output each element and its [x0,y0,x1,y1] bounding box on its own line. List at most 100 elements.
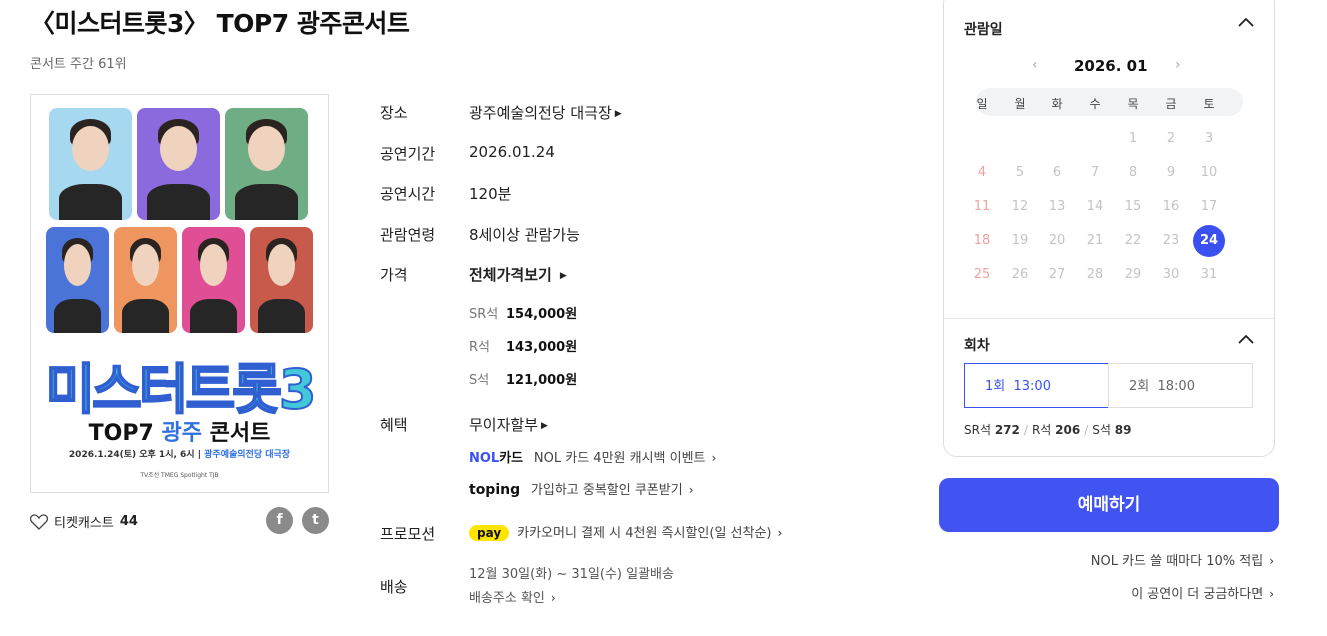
cast-photo [137,108,220,220]
runtime-value: 120분 [469,185,512,203]
cast-photo [46,227,109,333]
heart-icon[interactable] [30,513,48,530]
calendar-day: 15 [1124,199,1142,214]
poster-image[interactable]: 미스터트롯3 TOP7 광주 콘서트 2026.1.24(토) 오후 1시, 6… [30,94,329,493]
calendar-day: 30 [1162,267,1180,282]
calendar-day: 12 [1011,199,1029,214]
round-option-1[interactable]: 1회 13:00 [964,363,1109,408]
period-value: 2026.01.24 [469,143,555,161]
calendar-day: 16 [1162,199,1180,214]
weekday-label: 월 [1014,97,1026,111]
round-section-label: 회차 [964,338,990,354]
calendar-day: 29 [1124,267,1142,282]
cast-photo [114,227,177,333]
calendar-day: 2 [1166,131,1176,146]
seat-availability: SR석 272/R석 206/S석 89 [964,423,1132,437]
calendar-day: 13 [1048,199,1066,214]
calendar-day: 11 [973,199,991,214]
weekly-rank[interactable]: 콘서트 주간 61위 [30,53,127,72]
calendar-day: 27 [1048,267,1066,282]
venue-label: 장소 [380,104,408,122]
nol-card-event-link[interactable]: NOL카드 NOL 카드 4만원 캐시백 이벤트 › [469,447,716,466]
prev-month-button[interactable]: ‹ [1032,57,1038,73]
shipping-label: 배송 [380,578,408,596]
chevron-right-icon: › [1269,554,1274,568]
chevron-right-icon: › [1175,57,1181,73]
ticketcast-label: 티켓캐스트 [54,516,114,531]
calendar-day: 17 [1200,199,1218,214]
date-section-label: 관람일 [964,22,1003,38]
triangle-right-icon: ▶ [614,109,622,119]
collapse-round-toggle[interactable] [1238,332,1254,348]
calendar-day: 25 [973,267,991,282]
calendar-month: 2026. 01 [1074,57,1148,75]
calendar-day: 21 [1086,233,1104,248]
book-button[interactable]: 예매하기 [939,478,1279,532]
calendar-day: 14 [1086,199,1104,214]
calendar-day: 20 [1048,233,1066,248]
calendar-day: 26 [1011,267,1029,282]
calendar-day: 4 [977,165,987,180]
ticketcast-count: 44 [119,514,138,529]
chevron-right-icon: › [711,451,717,465]
chevron-right-icon: › [688,483,694,497]
ticketcast[interactable]: 티켓캐스트 44 [30,512,138,531]
calendar-day: 3 [1204,131,1214,146]
price-label: 가격 [380,266,408,284]
calendar-day: 31 [1200,267,1218,282]
cast-photo [49,108,132,220]
calendar-day: 5 [1015,165,1025,180]
calendar-day: 18 [973,233,991,248]
period-label: 공연기간 [380,145,436,163]
calendar-day: 19 [1011,233,1029,248]
kakaopay-promo-link[interactable]: pay 카카오머니 결제 시 4천원 즉시할인(일 선착순) › [469,522,782,541]
calendar-day: 6 [1052,165,1062,180]
triangle-right-icon: ▶ [541,421,548,431]
age-label: 관람연령 [380,226,436,244]
installment-link[interactable]: 무이자할부 ▶ [469,414,548,435]
runtime-label: 공연시간 [380,185,436,203]
chevron-left-icon: ‹ [1032,57,1038,73]
calendar-day: 23 [1162,233,1180,248]
poster-logo: 미스터트롯3 [45,357,318,422]
triangle-right-icon: ▶ [559,271,567,281]
weekday-label: 일 [976,97,988,111]
venue-link[interactable]: 광주예술의전당 대극장 ▶ [469,102,622,123]
calendar-day-selected[interactable]: 24 [1193,225,1225,257]
cast-photo [182,227,245,333]
kakaopay-badge: pay [469,525,510,541]
toping-coupon-link[interactable]: toping 가입하고 중복할인 쿠폰받기 › [469,479,694,498]
collapse-date-toggle[interactable] [1238,15,1254,31]
page-title: 〈미스터트롯3〉 TOP7 광주콘서트 [30,9,410,38]
shipping-address-link[interactable]: 배송주소 확인 › [469,587,556,606]
chevron-up-icon [1238,334,1254,344]
chevron-right-icon: › [777,526,783,540]
poster-subtitle: TOP7 광주 콘서트 [88,421,271,446]
cast-photo [225,108,308,220]
nol-card-promo-link[interactable]: NOL 카드 쓸 때마다 10% 적립 › [1091,550,1274,569]
weekday-label: 수 [1089,97,1101,111]
more-info-link[interactable]: 이 공연이 더 궁금하다면 › [1131,583,1274,602]
poster-date: 2026.1.24(토) 오후 1시, 6시 | 광주예술의전당 대극장 [68,450,291,460]
weekday-label: 금 [1165,97,1177,111]
calendar-day: 9 [1166,165,1176,180]
weekday-label: 토 [1203,97,1215,111]
next-month-button[interactable]: › [1175,57,1181,73]
round-option-2[interactable]: 2회 18:00 [1108,363,1253,408]
facebook-share-icon[interactable]: f [266,507,293,534]
poster-sponsors: TV조선 TMEG Spotlight TJB [140,472,219,479]
twitter-share-icon[interactable]: t [302,507,329,534]
calendar-day: 8 [1128,165,1138,180]
shipping-date: 12월 30일(화) ~ 31일(수) 일괄배송 [469,567,674,582]
price-row: SR석 154,000원 [469,307,578,322]
booking-panel: 관람일 ‹ 2026. 01 › 일월화수목금토 1 2 3 4 5 6 7 8 9 10 11 12… [943,0,1275,457]
chevron-right-icon: › [550,591,556,605]
nol-card-logo: NOL카드 [469,451,524,466]
benefit-label: 혜택 [380,416,408,434]
chevron-right-icon: › [1269,587,1274,601]
divider [944,318,1274,319]
weekday-label: 목 [1127,97,1139,111]
view-all-prices-link[interactable]: 전체가격보기 ▶ [469,264,567,285]
calendar-day: 7 [1090,165,1100,180]
calendar-day: 1 [1128,131,1138,146]
